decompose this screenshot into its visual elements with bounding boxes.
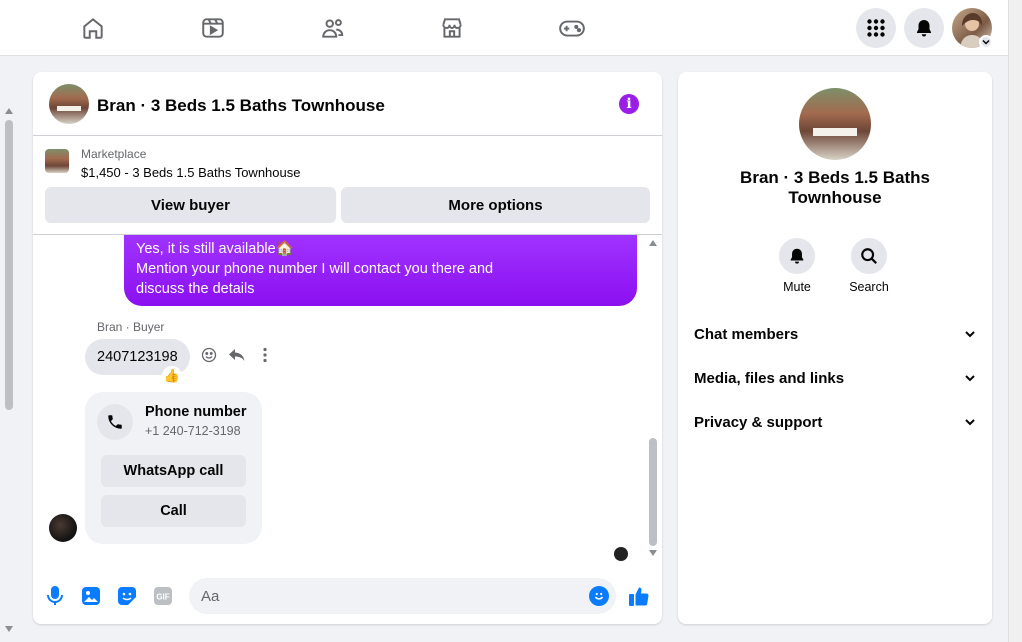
gaming-icon[interactable] [556, 12, 588, 44]
sender-avatar[interactable] [49, 514, 77, 542]
message-input[interactable] [201, 578, 581, 614]
privacy-support-section[interactable]: Privacy & support [694, 410, 976, 434]
section-label: Privacy & support [694, 413, 823, 431]
card-title: Phone number [145, 404, 247, 420]
conversation-details-panel: Bran · 3 Beds 1.5 Baths Townhouse Mute S… [678, 72, 992, 624]
mute-action[interactable]: Mute [767, 238, 827, 294]
thumbs-up-reaction[interactable]: 👍 [162, 366, 182, 386]
listing-price-title[interactable]: $1,450 - 3 Beds 1.5 Baths Townhouse [81, 165, 300, 180]
chevron-down-icon[interactable] [979, 35, 993, 49]
listing-avatar[interactable] [49, 84, 89, 124]
view-buyer-button[interactable]: View buyer [45, 187, 336, 223]
messages-scrollbar-thumb[interactable] [649, 438, 657, 546]
search-action[interactable]: Search [839, 238, 899, 294]
listing-thumbnail[interactable] [45, 149, 69, 173]
mute-label: Mute [783, 280, 811, 294]
message-composer: GIF [33, 576, 662, 616]
phone-icon [97, 404, 133, 440]
phone-number-card: Phone number +1 240-712-3198 WhatsApp ca… [85, 392, 262, 544]
media-files-links-section[interactable]: Media, files and links [694, 366, 976, 390]
scroll-up-arrow-icon[interactable] [649, 240, 657, 246]
chevron-down-icon [965, 419, 975, 426]
home-icon[interactable] [77, 12, 109, 44]
marketplace-listing: Marketplace $1,450 - 3 Beds 1.5 Baths To… [33, 137, 662, 235]
search-label: Search [849, 280, 889, 294]
section-label: Media, files and links [694, 369, 845, 387]
photo-icon[interactable] [79, 584, 103, 608]
message-input-box[interactable] [189, 578, 616, 614]
call-button[interactable]: Call [101, 495, 246, 527]
outgoing-message-line: Mention your phone number I will contact… [136, 261, 494, 277]
notifications-icon[interactable] [904, 8, 944, 48]
watch-icon[interactable] [197, 12, 229, 44]
bell-icon[interactable] [779, 238, 815, 274]
scroll-down-arrow-icon[interactable] [649, 550, 657, 556]
more-options-button[interactable]: More options [341, 187, 650, 223]
chat-members-section[interactable]: Chat members [694, 322, 976, 346]
groups-icon[interactable] [317, 12, 349, 44]
search-icon[interactable] [851, 238, 887, 274]
more-actions-icon[interactable] [255, 345, 275, 365]
messages-scrollbar[interactable] [645, 234, 662, 570]
listing-source-label: Marketplace [81, 147, 147, 161]
conversation-avatar[interactable] [799, 88, 871, 160]
chevron-down-icon [965, 331, 975, 338]
page-scrollbar[interactable] [0, 56, 18, 642]
microphone-icon[interactable] [43, 584, 67, 608]
menu-grid-icon[interactable] [856, 8, 896, 48]
gif-icon[interactable]: GIF [151, 584, 175, 608]
message-list: Yes, it is still available🏠 Mention your… [33, 234, 662, 570]
chat-header: Bran · 3 Beds 1.5 Baths Townhouse i [33, 72, 662, 136]
chat-title[interactable]: Bran · 3 Beds 1.5 Baths Townhouse [97, 96, 385, 116]
reply-icon[interactable] [227, 345, 247, 365]
chat-window: Bran · 3 Beds 1.5 Baths Townhouse i Mark… [33, 72, 662, 624]
thumbs-up-send-icon[interactable] [627, 584, 651, 608]
outgoing-message-bubble[interactable]: Yes, it is still available🏠 Mention your… [124, 235, 637, 306]
outgoing-message-line: Yes, it is still available🏠 [136, 241, 294, 257]
top-navigation [0, 0, 1008, 56]
incoming-message-text: 2407123198 [97, 349, 178, 365]
conversation-title: Bran · 3 Beds 1.5 Baths Townhouse [740, 168, 930, 207]
seen-indicator-avatar [614, 547, 628, 561]
whatsapp-call-button[interactable]: WhatsApp call [101, 455, 246, 487]
window-scrollbar[interactable] [1008, 0, 1022, 642]
react-emoji-icon[interactable] [199, 345, 219, 365]
card-phone-number: +1 240-712-3198 [145, 424, 241, 438]
marketplace-icon[interactable] [436, 12, 468, 44]
outgoing-message-line: discuss the details [136, 281, 255, 297]
chevron-down-icon [965, 375, 975, 382]
section-label: Chat members [694, 325, 799, 343]
info-icon[interactable]: i [619, 94, 639, 114]
emoji-icon[interactable] [589, 586, 609, 606]
sticker-icon[interactable] [115, 584, 139, 608]
page-scrollbar-thumb[interactable] [5, 120, 13, 410]
svg-text:GIF: GIF [156, 593, 169, 602]
sender-label: Bran · Buyer [97, 320, 165, 334]
